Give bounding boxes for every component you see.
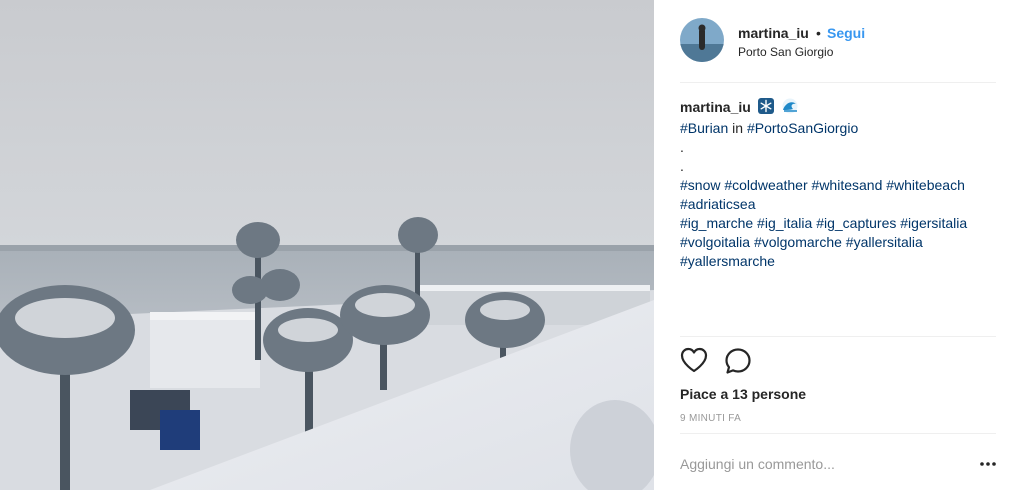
wave-emoji	[781, 98, 799, 119]
hashtag-link[interactable]: #yallersitalia	[846, 234, 923, 250]
more-options-icon[interactable]	[979, 455, 997, 473]
caption-dot: .	[680, 139, 684, 155]
divider	[680, 336, 996, 337]
divider	[680, 433, 996, 434]
username-link[interactable]: martina_iu	[738, 25, 809, 41]
follow-button[interactable]: Segui	[827, 25, 865, 41]
likes-count[interactable]: Piace a 13 persone	[680, 386, 806, 402]
post-photo[interactable]	[0, 0, 654, 490]
hashtag-link[interactable]: #whitesand	[812, 177, 883, 193]
hashtag-link[interactable]: #adriaticsea	[680, 196, 756, 212]
hashtag-link[interactable]: #ig_italia	[757, 215, 812, 231]
comment-input[interactable]	[680, 453, 960, 475]
post-side-panel: martina_iu • Segui Porto San Giorgio mar…	[654, 0, 1017, 490]
hashtag-link[interactable]: #snow	[680, 177, 720, 193]
hashtag-link[interactable]: #volgomarche	[754, 234, 842, 250]
caption-text: in	[728, 120, 747, 136]
caption-username[interactable]: martina_iu	[680, 99, 751, 115]
hashtag-link[interactable]: #igersitalia	[900, 215, 967, 231]
hashtag-link[interactable]: #Burian	[680, 120, 728, 136]
hashtag-link[interactable]: #ig_marche	[680, 215, 753, 231]
hashtag-link[interactable]: #yallersmarche	[680, 253, 775, 269]
comment-icon[interactable]	[724, 347, 752, 380]
hashtag-link[interactable]: #whitebeach	[886, 177, 965, 193]
post-header: martina_iu • Segui Porto San Giorgio	[680, 18, 996, 66]
post-timestamp[interactable]: 9 MINUTI FA	[680, 413, 741, 424]
caption: martina_iu #Burian in #PortoSanGiorgio .…	[680, 98, 1000, 271]
separator-dot: •	[816, 25, 821, 41]
hashtag-link[interactable]: #PortoSanGiorgio	[747, 120, 858, 136]
caption-dot: .	[680, 158, 684, 174]
hashtag-link[interactable]: #ig_captures	[816, 215, 896, 231]
divider	[680, 82, 996, 83]
snowflake-emoji	[757, 98, 774, 119]
hashtag-link[interactable]: #coldweather	[724, 177, 807, 193]
heart-icon[interactable]	[680, 347, 708, 378]
location-link[interactable]: Porto San Giorgio	[738, 45, 833, 59]
avatar[interactable]	[680, 18, 724, 62]
hashtag-link[interactable]: #volgoitalia	[680, 234, 750, 250]
